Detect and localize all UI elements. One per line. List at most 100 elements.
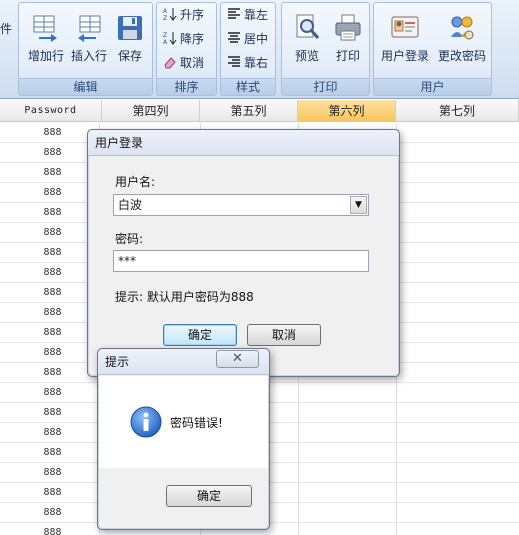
password-cell[interactable]: 888 (0, 323, 100, 343)
group-style: 靠左 居中 靠右 样式 (220, 2, 276, 96)
message-text: 密码错误! (170, 416, 223, 430)
group-print: 预览 打印 打印 (281, 2, 370, 96)
login-dialog-title: 用户登录 (88, 130, 399, 156)
password-value: *** (118, 254, 136, 268)
group-user-label: 用户 (374, 78, 491, 95)
username-value: 白波 (118, 198, 143, 212)
user-card-icon (391, 16, 419, 38)
password-cell[interactable]: 888 (0, 463, 100, 483)
save-button[interactable]: 保存 (110, 9, 150, 71)
print-preview-button[interactable]: 预览 (285, 9, 329, 71)
print-preview-icon (296, 14, 320, 39)
column-header-5[interactable]: 第五列 (200, 100, 298, 122)
column-header-password[interactable]: Password (0, 100, 102, 122)
sort-descending-button[interactable]: Z A 降序 (163, 28, 204, 50)
insert-row-button[interactable]: 插入行 (67, 9, 111, 71)
username-label: 用户名: (115, 175, 156, 189)
message-ok-button[interactable]: 确定 (166, 485, 252, 507)
password-cell[interactable]: 888 (0, 263, 100, 283)
password-cell[interactable]: 888 (0, 443, 100, 463)
password-field[interactable]: *** (113, 250, 369, 272)
column-header-6-selected[interactable]: 第六列 (298, 100, 396, 122)
print-preview-label: 预览 (294, 49, 319, 63)
info-icon (130, 406, 162, 438)
password-cell[interactable]: 888 (0, 243, 100, 263)
insert-row-icon (78, 15, 101, 42)
password-cell[interactable]: 888 (0, 483, 100, 503)
password-cell[interactable]: 888 (0, 163, 100, 183)
add-row-button[interactable]: 增加行 (24, 9, 68, 71)
login-ok-button[interactable]: 确定 (163, 324, 237, 346)
message-area: 密码错误! (99, 376, 268, 468)
ribbon-toolbar: 件 增加行 插入行 保存 编辑 A Z 升序 Z A 降序 取消 排序 靠左 居… (0, 0, 519, 99)
group-sort-label: 排序 (157, 78, 216, 95)
save-label: 保存 (117, 49, 142, 63)
close-icon[interactable]: ✕ (216, 350, 259, 368)
align-right-button[interactable]: 靠右 (227, 52, 268, 74)
align-right-icon (228, 56, 240, 67)
group-edit-label: 编辑 (19, 78, 152, 95)
password-cell[interactable]: 888 (0, 203, 100, 223)
sort-descending-label: 降序 (180, 32, 205, 46)
sort-cancel-button[interactable]: 取消 (163, 52, 204, 74)
password-cell[interactable]: 888 (0, 223, 100, 243)
group-style-label: 样式 (221, 78, 275, 95)
login-hint-text: 提示: 默认用户密码为888 (115, 290, 254, 304)
change-password-button[interactable]: 更改密码 (434, 9, 490, 71)
grid-header: Password 第四列 第五列 第六列 第七列 (0, 100, 519, 122)
save-icon (118, 16, 142, 40)
align-center-icon (228, 32, 240, 43)
align-left-label: 靠左 (244, 8, 269, 22)
svg-text:A: A (163, 8, 168, 15)
printer-icon (335, 14, 361, 41)
message-box: 提示 ✕ 密码错误! 确定 (97, 348, 270, 530)
change-password-label: 更改密码 (437, 49, 486, 63)
password-cell[interactable]: 888 (0, 303, 100, 323)
print-label: 打印 (335, 49, 360, 63)
group-user: 用户登录 更改密码 用户 (373, 2, 492, 96)
password-cell[interactable]: 888 (0, 343, 100, 363)
sort-ascending-button[interactable]: A Z 升序 (163, 4, 204, 26)
clear-sort-icon (164, 57, 176, 69)
align-right-label: 靠右 (244, 56, 269, 70)
align-center-button[interactable]: 居中 (227, 28, 268, 50)
change-password-icon (451, 16, 474, 40)
username-combobox[interactable]: 白波 ▼ (113, 194, 369, 216)
login-dialog: 用户登录 用户名: 白波 ▼ 密码: *** 提示: 默认用户密码为888 确定… (87, 129, 400, 377)
align-left-button[interactable]: 靠左 (227, 4, 268, 26)
svg-text:Z: Z (163, 15, 167, 21)
align-left-icon (228, 8, 240, 19)
ribbon-left-fragment: 件 (0, 22, 13, 36)
print-button[interactable]: 打印 (326, 9, 370, 71)
password-label: 密码: (115, 232, 144, 246)
password-cell[interactable]: 888 (0, 403, 100, 423)
user-login-label: 用户登录 (380, 49, 429, 63)
password-cell[interactable]: 888 (0, 143, 100, 163)
svg-text:Z: Z (163, 32, 167, 39)
password-cell[interactable]: 888 (0, 283, 100, 303)
login-cancel-button[interactable]: 取消 (247, 324, 321, 346)
insert-row-label: 插入行 (70, 49, 107, 63)
group-print-label: 打印 (282, 78, 369, 95)
password-cell[interactable]: 888 (0, 183, 100, 203)
password-cell[interactable]: 888 (0, 423, 100, 443)
password-cell[interactable]: 888 (0, 123, 100, 143)
add-row-label: 增加行 (27, 49, 64, 63)
sort-cancel-label: 取消 (180, 56, 205, 70)
dropdown-arrow-icon[interactable]: ▼ (350, 196, 367, 214)
password-cell[interactable]: 888 (0, 523, 100, 535)
password-cell[interactable]: 888 (0, 383, 100, 403)
sort-ascending-icon: A Z (163, 8, 177, 21)
group-edit: 增加行 插入行 保存 编辑 (18, 2, 153, 96)
svg-text:A: A (163, 39, 168, 45)
column-header-4[interactable]: 第四列 (102, 100, 200, 122)
add-row-icon (33, 15, 57, 42)
password-cell[interactable]: 888 (0, 503, 100, 523)
sort-ascending-label: 升序 (180, 8, 205, 22)
align-center-label: 居中 (244, 32, 269, 46)
group-sort: A Z 升序 Z A 降序 取消 排序 (156, 2, 217, 96)
column-header-7[interactable]: 第七列 (396, 100, 519, 122)
password-cell[interactable]: 888 (0, 363, 100, 383)
sort-descending-icon: Z A (163, 32, 177, 45)
user-login-button[interactable]: 用户登录 (377, 9, 433, 71)
